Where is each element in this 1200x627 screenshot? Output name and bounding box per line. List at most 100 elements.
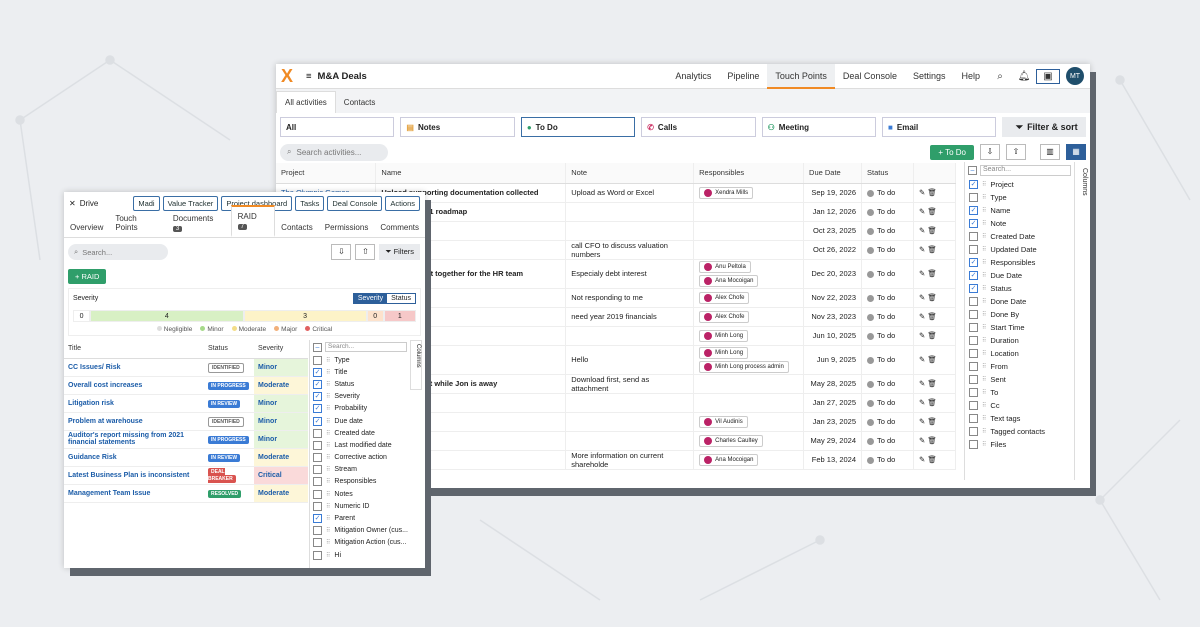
drag-handle-icon[interactable]: ⠿ bbox=[982, 428, 986, 435]
status-cell[interactable]: To do bbox=[861, 183, 914, 203]
tab-permissions[interactable]: Permissions bbox=[319, 218, 375, 237]
col-status[interactable]: Status bbox=[204, 340, 254, 359]
table-row[interactable]: CC Issues/ Risk IDENTIFIED Minor bbox=[64, 358, 308, 377]
drag-handle-icon[interactable]: ⠿ bbox=[982, 298, 986, 305]
status-cell[interactable]: To do bbox=[861, 240, 914, 260]
responsible-chip[interactable]: Alex Chofe bbox=[699, 310, 750, 323]
checkbox[interactable]: ✓ bbox=[969, 271, 978, 280]
filters-button[interactable]: ⏷ Filters bbox=[379, 244, 420, 260]
status-cell[interactable]: To do bbox=[861, 431, 914, 451]
status-cell[interactable]: To do bbox=[861, 259, 914, 289]
responsibles-cell[interactable]: Ana Mocoigan bbox=[693, 450, 805, 470]
responsibles-cell[interactable]: Vil Audinis bbox=[693, 412, 805, 432]
drag-handle-icon[interactable]: ⠿ bbox=[982, 259, 986, 266]
column-option[interactable]: ⠿ Type bbox=[310, 354, 410, 366]
type-notes[interactable]: ▤ Notes bbox=[400, 117, 515, 137]
responsibles-cell[interactable] bbox=[693, 374, 805, 394]
status-cell[interactable]: To do bbox=[861, 307, 914, 327]
title-cell[interactable]: Litigation risk bbox=[64, 394, 204, 413]
drag-handle-icon[interactable]: ⠿ bbox=[326, 552, 330, 559]
due-date-cell[interactable]: Sep 19, 2026 bbox=[803, 183, 862, 203]
responsible-chip[interactable]: Minh Long process admin bbox=[699, 360, 789, 373]
status-cell[interactable]: IN REVIEW bbox=[204, 394, 254, 413]
column-option[interactable]: ⠿ From bbox=[965, 360, 1074, 373]
avatar[interactable]: MT bbox=[1066, 67, 1084, 85]
select-all-checkbox[interactable]: – bbox=[313, 342, 322, 352]
raid-search-input[interactable]: ⌕ Search... bbox=[68, 244, 168, 260]
tasks-button[interactable]: Tasks bbox=[295, 195, 325, 211]
column-option[interactable]: ⠿ Cc bbox=[965, 399, 1074, 412]
drag-handle-icon[interactable]: ⠿ bbox=[326, 503, 330, 510]
due-date-cell[interactable]: Oct 23, 2025 bbox=[803, 221, 862, 241]
trash-icon[interactable]: 🗑︎ bbox=[925, 398, 937, 407]
checkbox[interactable] bbox=[969, 375, 978, 384]
nav-analytics[interactable]: Analytics bbox=[667, 64, 719, 89]
trash-icon[interactable]: 🗑︎ bbox=[925, 331, 937, 340]
title-cell[interactable]: Guidance Risk bbox=[64, 448, 204, 467]
checkbox[interactable]: ✓ bbox=[969, 180, 978, 189]
due-date-cell[interactable]: Jun 10, 2025 bbox=[803, 326, 862, 346]
note-cell[interactable] bbox=[565, 412, 695, 432]
checkbox[interactable]: ✓ bbox=[313, 514, 322, 524]
note-cell[interactable] bbox=[565, 202, 695, 222]
type-all[interactable]: All bbox=[280, 117, 395, 137]
drag-handle-icon[interactable]: ⠿ bbox=[326, 454, 330, 461]
checkbox[interactable]: ✓ bbox=[313, 404, 322, 414]
drag-handle-icon[interactable]: ⠿ bbox=[982, 350, 986, 357]
tab-contacts[interactable]: Contacts bbox=[275, 218, 319, 237]
col-due-date[interactable]: Due Date bbox=[803, 163, 862, 184]
drag-handle-icon[interactable]: ⠿ bbox=[982, 415, 986, 422]
status-cell[interactable]: IN REVIEW bbox=[204, 448, 254, 467]
col-note[interactable]: Note bbox=[565, 163, 695, 184]
column-option[interactable]: ⠿ Start Time bbox=[965, 321, 1074, 334]
column-option[interactable]: ⠿ Done By bbox=[965, 308, 1074, 321]
column-option[interactable]: ⠿ Created date bbox=[310, 427, 410, 439]
chat-icon[interactable]: ▣ bbox=[1036, 68, 1060, 84]
responsibles-cell[interactable]: Minh Long Minh Long process admin bbox=[693, 345, 805, 375]
checkbox[interactable] bbox=[969, 440, 978, 449]
column-option[interactable]: ✓ ⠿ Note bbox=[965, 217, 1074, 230]
columns-search-input[interactable]: Search... bbox=[325, 342, 407, 352]
col-severity[interactable]: Severity bbox=[254, 340, 308, 359]
actions-button[interactable]: Actions bbox=[385, 195, 420, 211]
column-option[interactable]: ✓ ⠿ Responsibles bbox=[965, 256, 1074, 269]
due-date-cell[interactable]: Feb 13, 2024 bbox=[803, 450, 862, 470]
due-date-cell[interactable]: May 29, 2024 bbox=[803, 431, 862, 451]
responsible-chip[interactable]: Anu Peltola bbox=[699, 260, 751, 273]
column-option[interactable]: ⠿ Text tags bbox=[965, 412, 1074, 425]
checkbox[interactable] bbox=[969, 349, 978, 358]
responsibles-cell[interactable] bbox=[693, 221, 805, 241]
due-date-cell[interactable]: Jan 27, 2025 bbox=[803, 393, 862, 413]
trash-icon[interactable]: 🗑︎ bbox=[925, 355, 937, 364]
status-cell[interactable]: To do bbox=[861, 412, 914, 432]
status-cell[interactable]: To do bbox=[861, 288, 914, 308]
drag-handle-icon[interactable]: ⠿ bbox=[326, 491, 330, 498]
trash-icon[interactable]: 🗑︎ bbox=[925, 455, 937, 464]
column-option[interactable]: ⠿ Mitigation Action (cus... bbox=[310, 537, 410, 549]
responsible-chip[interactable]: Ana Mocoigan bbox=[699, 274, 759, 287]
severity-segment[interactable]: 1 bbox=[383, 310, 416, 322]
drag-handle-icon[interactable]: ⠿ bbox=[326, 418, 330, 425]
status-cell[interactable]: IN PROGRESS bbox=[204, 430, 254, 449]
due-date-cell[interactable]: Oct 26, 2022 bbox=[803, 240, 862, 260]
column-option[interactable]: ✓ ⠿ Status bbox=[965, 282, 1074, 295]
checkbox[interactable] bbox=[313, 428, 322, 438]
type-calls[interactable]: ✆ Calls bbox=[641, 117, 756, 137]
table-row[interactable]: Management Team Issue RESOLVED Moderate bbox=[64, 484, 308, 503]
column-option[interactable]: ⠿ Tagged contacts bbox=[965, 425, 1074, 438]
checkbox[interactable] bbox=[969, 336, 978, 345]
drag-handle-icon[interactable]: ⠿ bbox=[982, 285, 986, 292]
responsibles-cell[interactable]: Anu Peltola Ana Mocoigan bbox=[693, 259, 805, 289]
col-title[interactable]: Title bbox=[64, 340, 204, 359]
column-option[interactable]: ✓ ⠿ Parent bbox=[310, 512, 410, 524]
note-cell[interactable] bbox=[565, 326, 695, 346]
note-cell[interactable]: Especialy debt interest bbox=[565, 259, 695, 289]
nav-deal-console[interactable]: Deal Console bbox=[835, 64, 905, 89]
column-option[interactable]: ⠿ Responsibles bbox=[310, 476, 410, 488]
drag-handle-icon[interactable]: ⠿ bbox=[982, 181, 986, 188]
nav-pipeline[interactable]: Pipeline bbox=[719, 64, 767, 89]
column-option[interactable]: ⠿ Created Date bbox=[965, 230, 1074, 243]
checkbox[interactable] bbox=[969, 193, 978, 202]
responsibles-cell[interactable]: Minh Long bbox=[693, 326, 805, 346]
col-name[interactable]: Name bbox=[375, 163, 567, 184]
